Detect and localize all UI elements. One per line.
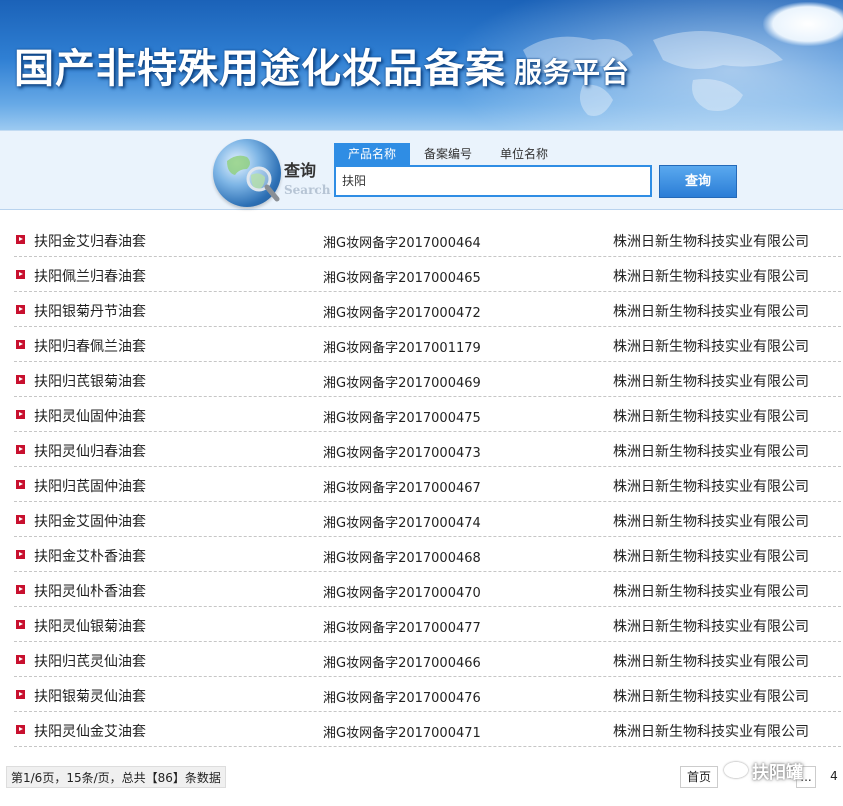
list-item: 扶阳归芪灵仙油套 湘G妆网备字2017000466 株洲日新生物科技实业有限公司: [14, 642, 841, 677]
company-name: 株洲日新生物科技实业有限公司: [613, 689, 809, 705]
product-name-link[interactable]: 扶阳灵仙金艾油套: [34, 721, 146, 741]
product-name-link[interactable]: 扶阳佩兰归春油套: [34, 266, 146, 286]
product-name-link[interactable]: 扶阳灵仙固仲油套: [34, 406, 146, 426]
pagination-info: 第1/6页，15条/页，总共【86】条数据: [6, 766, 226, 788]
list-item: 扶阳归芪银菊油套 湘G妆网备字2017000469 株洲日新生物科技实业有限公司: [14, 362, 841, 397]
registration-number: 湘G妆网备字2017000465: [323, 271, 481, 286]
company-name: 株洲日新生物科技实业有限公司: [613, 584, 809, 600]
search-caption-cn: 查询: [284, 161, 317, 180]
tab-company-name[interactable]: 单位名称: [486, 143, 562, 165]
list-item: 扶阳灵仙金艾油套 湘G妆网备字2017000471 株洲日新生物科技实业有限公司: [14, 712, 841, 747]
arrow-bullet-icon: [16, 550, 25, 559]
arrow-bullet-icon: [16, 515, 25, 524]
list-item: 扶阳金艾固仲油套 湘G妆网备字2017000474 株洲日新生物科技实业有限公司: [14, 502, 841, 537]
registration-number: 湘G妆网备字2017000473: [323, 446, 481, 461]
list-item: 扶阳银菊丹节油套 湘G妆网备字2017000472 株洲日新生物科技实业有限公司: [14, 292, 841, 327]
arrow-bullet-icon: [16, 340, 25, 349]
product-name-link[interactable]: 扶阳归芪灵仙油套: [34, 651, 146, 671]
search-caption-en: Search: [284, 183, 331, 197]
watermark-text: 扶阳罐: [752, 762, 803, 783]
cloud-graphic: [763, 2, 843, 46]
arrow-bullet-icon: [16, 410, 25, 419]
company-name: 株洲日新生物科技实业有限公司: [613, 549, 809, 565]
company-name: 株洲日新生物科技实业有限公司: [613, 234, 809, 250]
company-name: 株洲日新生物科技实业有限公司: [613, 654, 809, 670]
list-item: 扶阳灵仙银菊油套 湘G妆网备字2017000477 株洲日新生物科技实业有限公司: [14, 607, 841, 642]
title-sub: 服务平台: [514, 56, 631, 89]
results-list: 扶阳金艾归春油套 湘G妆网备字2017000464 株洲日新生物科技实业有限公司…: [14, 222, 841, 747]
product-name-link[interactable]: 扶阳灵仙朴香油套: [34, 581, 146, 601]
arrow-bullet-icon: [16, 585, 25, 594]
company-name: 株洲日新生物科技实业有限公司: [613, 339, 809, 355]
tab-registration-number[interactable]: 备案编号: [410, 143, 486, 165]
list-item: 扶阳灵仙固仲油套 湘G妆网备字2017000475 株洲日新生物科技实业有限公司: [14, 397, 841, 432]
page-4-button[interactable]: 4: [826, 766, 842, 788]
globe-search-icon: [213, 139, 281, 207]
wechat-icon: [724, 762, 748, 778]
search-input[interactable]: 扶阳: [334, 165, 652, 197]
registration-number: 湘G妆网备字2017000476: [323, 691, 481, 706]
product-name-link[interactable]: 扶阳银菊丹节油套: [34, 301, 146, 321]
company-name: 株洲日新生物科技实业有限公司: [613, 479, 809, 495]
arrow-bullet-icon: [16, 375, 25, 384]
registration-number: 湘G妆网备字2017000471: [323, 726, 481, 741]
arrow-bullet-icon: [16, 445, 25, 454]
first-page-button[interactable]: 首页: [680, 766, 719, 788]
product-name-link[interactable]: 扶阳归芪银菊油套: [34, 371, 146, 391]
arrow-bullet-icon: [16, 690, 25, 699]
arrow-bullet-icon: [16, 620, 25, 629]
product-name-link[interactable]: 扶阳金艾朴香油套: [34, 546, 146, 566]
list-item: 扶阳灵仙归春油套 湘G妆网备字2017000473 株洲日新生物科技实业有限公司: [14, 432, 841, 467]
arrow-bullet-icon: [16, 270, 25, 279]
list-item: 扶阳归芪固仲油套 湘G妆网备字2017000467 株洲日新生物科技实业有限公司: [14, 467, 841, 502]
product-name-link[interactable]: 扶阳归芪固仲油套: [34, 476, 146, 496]
title-main: 国产非特殊用途化妆品备案: [14, 45, 506, 92]
company-name: 株洲日新生物科技实业有限公司: [613, 444, 809, 460]
registration-number: 湘G妆网备字2017000472: [323, 306, 481, 321]
registration-number: 湘G妆网备字2017000470: [323, 586, 481, 601]
arrow-bullet-icon: [16, 235, 25, 244]
registration-number: 湘G妆网备字2017000468: [323, 551, 481, 566]
company-name: 株洲日新生物科技实业有限公司: [613, 409, 809, 425]
list-item: 扶阳归春佩兰油套 湘G妆网备字2017001179 株洲日新生物科技实业有限公司: [14, 327, 841, 362]
registration-number: 湘G妆网备字2017000475: [323, 411, 481, 426]
banner-title: 国产非特殊用途化妆品备案 服务平台: [14, 36, 630, 94]
arrow-bullet-icon: [16, 725, 25, 734]
header-banner: 国产非特殊用途化妆品备案 服务平台: [0, 0, 843, 130]
product-name-link[interactable]: 扶阳灵仙归春油套: [34, 441, 146, 461]
product-name-link[interactable]: 扶阳银菊灵仙油套: [34, 686, 146, 706]
list-item: 扶阳灵仙朴香油套 湘G妆网备字2017000470 株洲日新生物科技实业有限公司: [14, 572, 841, 607]
company-name: 株洲日新生物科技实业有限公司: [613, 304, 809, 320]
company-name: 株洲日新生物科技实业有限公司: [613, 374, 809, 390]
company-name: 株洲日新生物科技实业有限公司: [613, 724, 809, 740]
product-name-link[interactable]: 扶阳金艾归春油套: [34, 231, 146, 251]
watermark: 扶阳罐: [724, 756, 803, 784]
list-item: 扶阳金艾归春油套 湘G妆网备字2017000464 株洲日新生物科技实业有限公司: [14, 222, 841, 257]
company-name: 株洲日新生物科技实业有限公司: [613, 514, 809, 530]
registration-number: 湘G妆网备字2017000467: [323, 481, 481, 496]
product-name-link[interactable]: 扶阳归春佩兰油套: [34, 336, 146, 356]
arrow-bullet-icon: [16, 480, 25, 489]
arrow-bullet-icon: [16, 305, 25, 314]
registration-number: 湘G妆网备字2017000469: [323, 376, 481, 391]
search-button[interactable]: 查询: [659, 165, 737, 198]
list-item: 扶阳佩兰归春油套 湘G妆网备字2017000465 株洲日新生物科技实业有限公司: [14, 257, 841, 292]
tab-product-name[interactable]: 产品名称: [334, 143, 411, 165]
product-name-link[interactable]: 扶阳金艾固仲油套: [34, 511, 146, 531]
registration-number: 湘G妆网备字2017000474: [323, 516, 481, 531]
company-name: 株洲日新生物科技实业有限公司: [613, 619, 809, 635]
registration-number: 湘G妆网备字2017000466: [323, 656, 481, 671]
company-name: 株洲日新生物科技实业有限公司: [613, 269, 809, 285]
registration-number: 湘G妆网备字2017000464: [323, 236, 481, 251]
list-item: 扶阳金艾朴香油套 湘G妆网备字2017000468 株洲日新生物科技实业有限公司: [14, 537, 841, 572]
search-caption: 查询 Search: [284, 157, 330, 197]
arrow-bullet-icon: [16, 655, 25, 664]
search-tabs: 产品名称 备案编号 单位名称: [334, 143, 562, 165]
product-name-link[interactable]: 扶阳灵仙银菊油套: [34, 616, 146, 636]
registration-number: 湘G妆网备字2017000477: [323, 621, 481, 636]
list-item: 扶阳银菊灵仙油套 湘G妆网备字2017000476 株洲日新生物科技实业有限公司: [14, 677, 841, 712]
registration-number: 湘G妆网备字2017001179: [323, 341, 481, 356]
search-panel: 查询 Search 产品名称 备案编号 单位名称 扶阳 查询: [0, 130, 843, 210]
